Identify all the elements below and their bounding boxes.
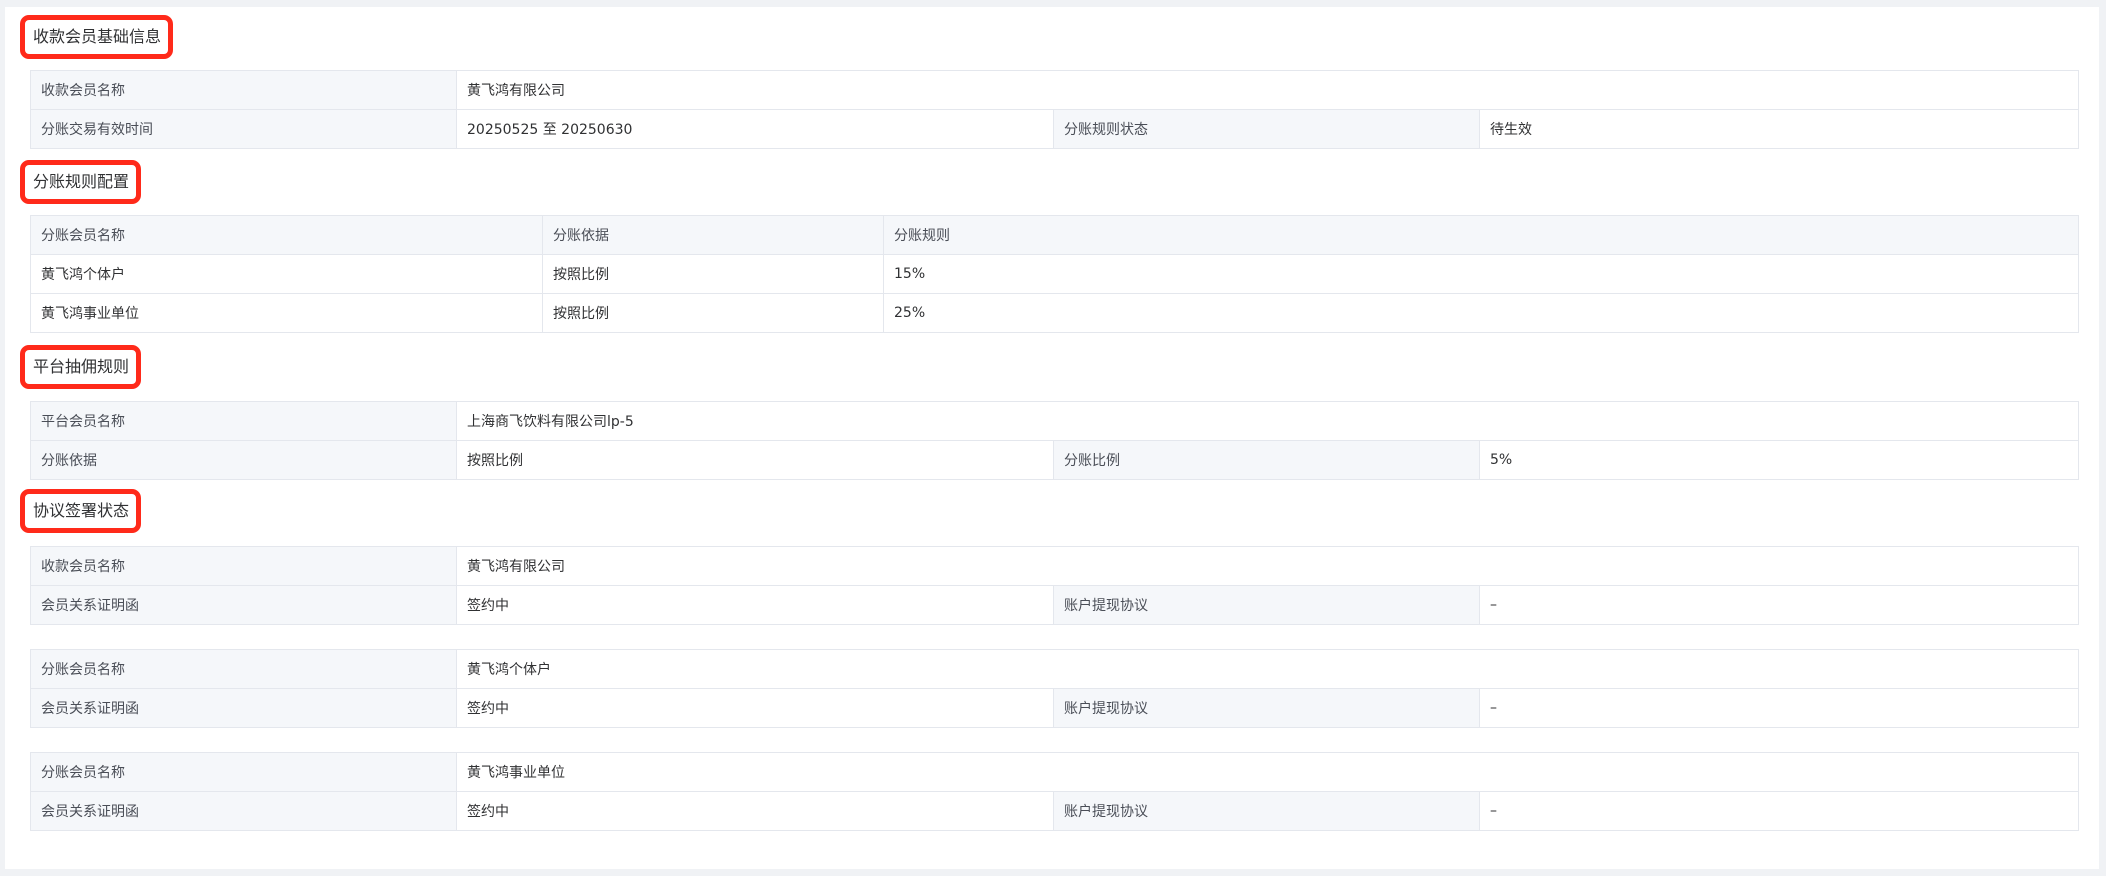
table-row: 分账会员名称 黄飞鸿个体户 — [30, 649, 2080, 689]
platform-member-name-label: 平台会员名称 — [30, 401, 457, 441]
agreement-member-name-label: 分账会员名称 — [30, 649, 457, 689]
agreement-group-table: 分账会员名称 黄飞鸿事业单位 会员关系证明函 签约中 账户提现协议 – — [30, 752, 2080, 831]
withdraw-agreement-status: – — [1478, 791, 2080, 831]
rule-status-label: 分账规则状态 — [1053, 109, 1480, 149]
section-title-agreement-status-text: 协议签署状态 — [33, 501, 130, 520]
rule-row-member-name: 黄飞鸿事业单位 — [30, 293, 543, 333]
relation-letter-status: 签约中 — [456, 585, 1054, 625]
rule-row-rule: 25% — [883, 293, 2079, 333]
platform-ratio-label: 分账比例 — [1053, 440, 1480, 480]
table-row: 收款会员名称 黄飞鸿有限公司 — [30, 546, 2080, 586]
platform-commission-table: 平台会员名称 上海商飞饮料有限公司lp-5 分账依据 按照比例 分账比例 5% — [30, 401, 2079, 480]
section-title-split-rules-text: 分账规则配置 — [33, 172, 130, 191]
relation-letter-label: 会员关系证明函 — [30, 791, 457, 831]
agreement-member-name-label: 分账会员名称 — [30, 752, 457, 792]
table-row: 会员关系证明函 签约中 账户提现协议 – — [30, 688, 2080, 728]
withdraw-agreement-status: – — [1478, 585, 2080, 625]
agreement-member-name-value: 黄飞鸿事业单位 — [455, 752, 2080, 792]
section-title-split-rules: 分账规则配置 — [20, 160, 142, 204]
withdraw-agreement-status: – — [1478, 688, 2080, 728]
section-title-agreement-status: 协议签署状态 — [20, 489, 142, 533]
withdraw-agreement-label: 账户提现协议 — [1053, 791, 1480, 831]
valid-time-label: 分账交易有效时间 — [30, 109, 457, 149]
agreement-group-table: 分账会员名称 黄飞鸿个体户 会员关系证明函 签约中 账户提现协议 – — [30, 649, 2080, 728]
agreement-group-table: 收款会员名称 黄飞鸿有限公司 会员关系证明函 签约中 账户提现协议 – — [30, 546, 2080, 625]
agreement-member-name-label: 收款会员名称 — [30, 546, 457, 586]
withdraw-agreement-label: 账户提现协议 — [1053, 688, 1480, 728]
table-row: 分账交易有效时间 20250525 至 20250630 分账规则状态 待生效 — [30, 109, 2080, 149]
agreement-member-name-value: 黄飞鸿有限公司 — [455, 546, 2080, 586]
rule-status-value: 待生效 — [1478, 109, 2080, 149]
basic-info-table: 收款会员名称 黄飞鸿有限公司 分账交易有效时间 20250525 至 20250… — [30, 70, 2080, 149]
platform-member-name-value: 上海商飞饮料有限公司lp-5 — [456, 401, 2079, 441]
relation-letter-label: 会员关系证明函 — [30, 688, 457, 728]
table-row: 分账依据 按照比例 分账比例 5% — [30, 440, 2079, 480]
table-row: 黄飞鸿事业单位 按照比例 25% — [30, 293, 2079, 333]
rule-row-basis: 按照比例 — [542, 254, 884, 294]
detail-card: 收款会员基础信息 收款会员名称 黄飞鸿有限公司 分账交易有效时间 2025052… — [5, 7, 2099, 869]
member-name-value: 黄飞鸿有限公司 — [455, 70, 2080, 110]
column-header-rule: 分账规则 — [883, 215, 2079, 255]
table-row: 黄飞鸿个体户 按照比例 15% — [30, 254, 2079, 294]
rule-row-basis: 按照比例 — [542, 293, 884, 333]
table-row: 会员关系证明函 签约中 账户提现协议 – — [30, 585, 2080, 625]
table-row: 分账会员名称 黄飞鸿事业单位 — [30, 752, 2080, 792]
rule-row-member-name: 黄飞鸿个体户 — [30, 254, 543, 294]
platform-basis-value: 按照比例 — [456, 440, 1054, 480]
relation-letter-status: 签约中 — [456, 791, 1054, 831]
withdraw-agreement-label: 账户提现协议 — [1053, 585, 1480, 625]
section-title-platform-commission: 平台抽佣规则 — [20, 345, 142, 389]
section-title-basic-info-text: 收款会员基础信息 — [33, 27, 162, 46]
section-title-platform-commission-text: 平台抽佣规则 — [33, 357, 130, 376]
table-row: 会员关系证明函 签约中 账户提现协议 – — [30, 791, 2080, 831]
platform-basis-label: 分账依据 — [30, 440, 457, 480]
table-row: 收款会员名称 黄飞鸿有限公司 — [30, 70, 2080, 110]
table-header-row: 分账会员名称 分账依据 分账规则 — [30, 215, 2079, 255]
relation-letter-label: 会员关系证明函 — [30, 585, 457, 625]
table-row: 平台会员名称 上海商飞饮料有限公司lp-5 — [30, 401, 2079, 441]
split-rules-table: 分账会员名称 分账依据 分账规则 黄飞鸿个体户 按照比例 15% 黄飞鸿事业单位… — [30, 215, 2079, 333]
agreement-member-name-value: 黄飞鸿个体户 — [455, 649, 2080, 689]
column-header-member-name: 分账会员名称 — [30, 215, 543, 255]
member-name-label: 收款会员名称 — [30, 70, 457, 110]
column-header-basis: 分账依据 — [542, 215, 884, 255]
section-title-basic-info: 收款会员基础信息 — [20, 15, 174, 59]
platform-ratio-value: 5% — [1479, 440, 2079, 480]
relation-letter-status: 签约中 — [456, 688, 1054, 728]
rule-row-rule: 15% — [883, 254, 2079, 294]
valid-time-value: 20250525 至 20250630 — [456, 109, 1054, 149]
